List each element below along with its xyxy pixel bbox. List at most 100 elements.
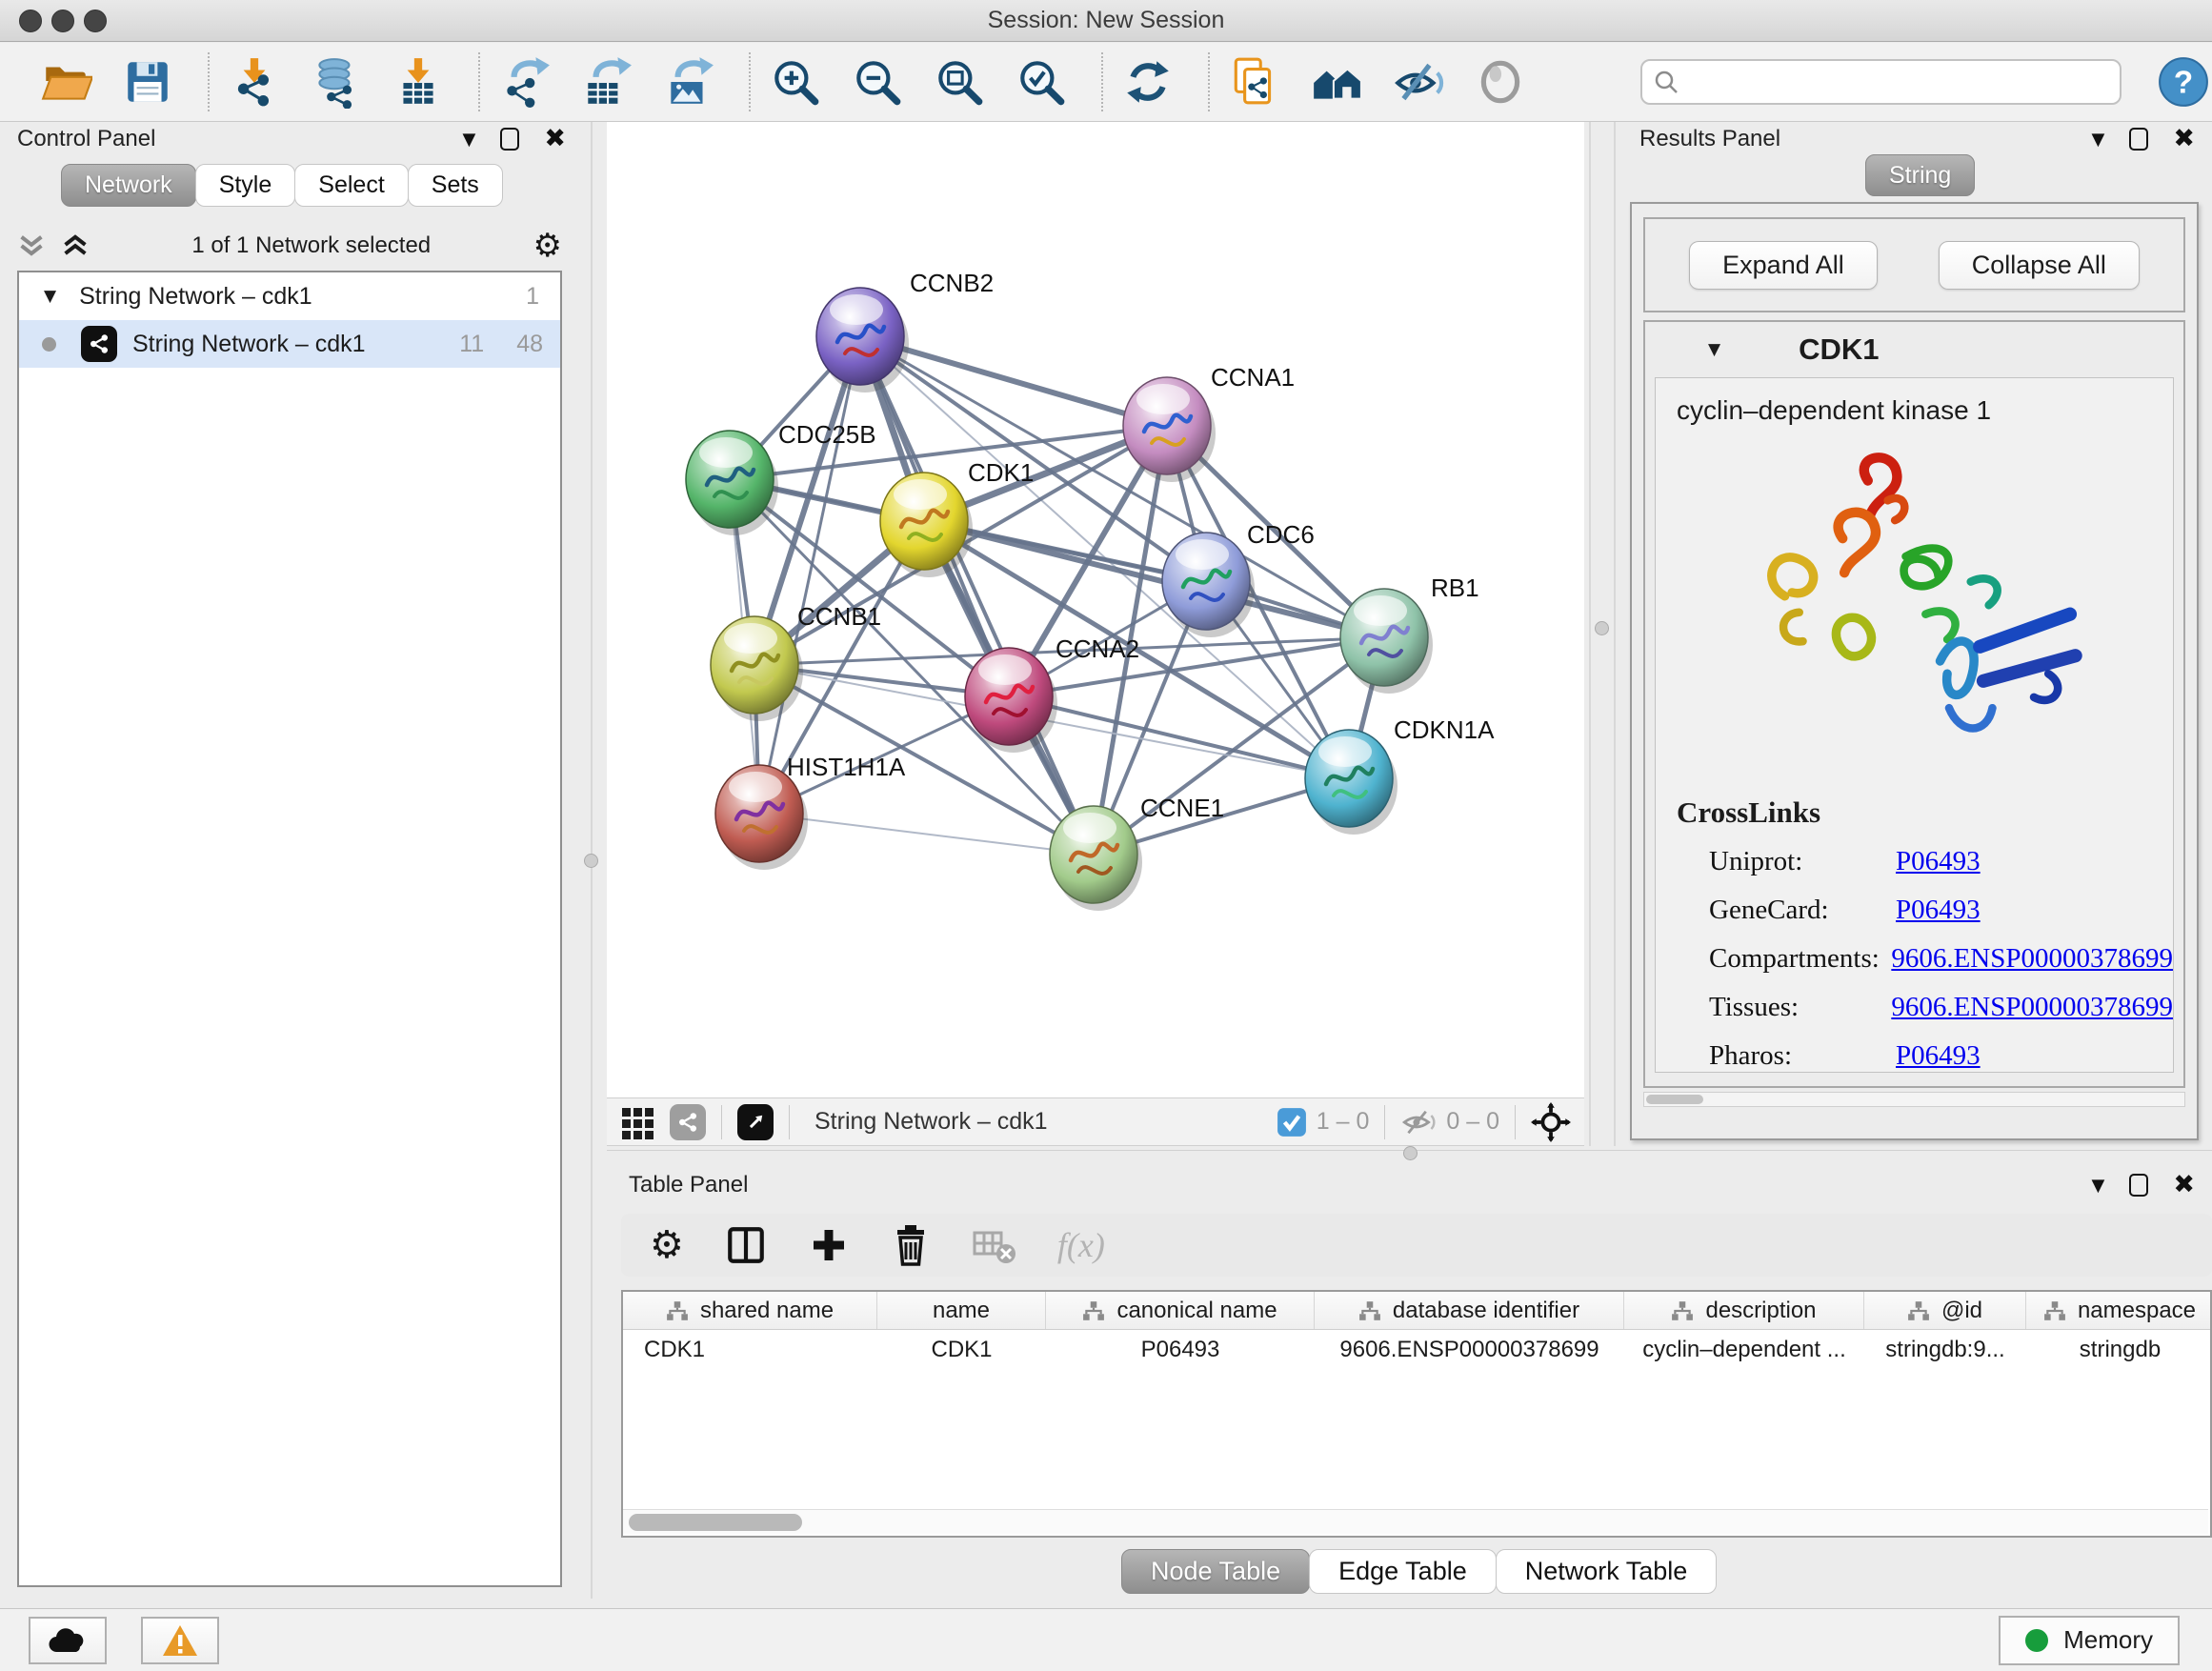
cloud-status-button[interactable] [29,1617,107,1664]
tab-sets[interactable]: Sets [408,164,503,207]
network-canvas[interactable]: CCNB2CCNA1CDC25BCDK1CDC6RB1CCNB1CCNA2CDK… [607,122,1584,1097]
tab-edge-table[interactable]: Edge Table [1309,1549,1497,1594]
column-header-description[interactable]: description [1624,1292,1864,1329]
protein-structure-image [1705,437,2124,780]
zoom-fit-button[interactable] [932,54,987,110]
delete-column-button[interactable] [890,1223,932,1267]
collapse-all-button[interactable]: Collapse All [1939,241,2140,290]
grid-view-icon[interactable] [620,1104,656,1140]
create-column-button[interactable] [808,1224,850,1266]
delete-table-button[interactable] [972,1225,1017,1265]
crosslink-link[interactable]: P06493 [1896,895,1981,926]
zoom-out-button[interactable] [850,54,905,110]
node-CCNE1[interactable]: CCNE1 [1050,794,1224,911]
node-RB1[interactable]: RB1 [1340,574,1479,694]
zoom-selected-icon [1015,55,1068,109]
table-options-gear-button[interactable]: ⚙ [650,1223,684,1267]
network-collection-row[interactable]: ▼ String Network – cdk1 1 [19,272,560,320]
results-panel-menu-button[interactable]: ▼ [2092,130,2105,150]
table-panel-float-button[interactable] [2129,1174,2148,1197]
right-splitter-handle[interactable] [1595,621,1609,635]
crosslink-link[interactable]: P06493 [1896,1040,1981,1072]
column-header-namespace[interactable]: namespace [2026,1292,2212,1329]
tab-node-table[interactable]: Node Table [1121,1549,1310,1594]
edge-CDK1-RB1[interactable] [924,521,1384,637]
results-panel-float-button[interactable] [2129,128,2148,151]
column-header-shared-name[interactable]: shared name [623,1292,877,1329]
zoom-selected-button[interactable] [1014,54,1069,110]
network-row[interactable]: String Network – cdk1 11 48 [19,320,560,368]
right-splitter[interactable] [1589,122,1591,1146]
network-options-gear-button[interactable]: ⚙ [533,227,562,265]
collection-expand-icon[interactable]: ▼ [44,287,56,306]
node-CCNB2[interactable]: CCNB2 [816,269,994,393]
zoom-in-button[interactable] [768,54,823,110]
control-panel-close-button[interactable]: ✖ [544,128,566,151]
string-app-icon [81,326,117,362]
birds-eye-toggle-icon[interactable] [1531,1102,1571,1142]
table-panel-menu-button[interactable]: ▼ [2092,1176,2105,1196]
function-builder-button[interactable]: f(x) [1057,1225,1105,1265]
node-label-CCNB2: CCNB2 [910,269,994,297]
import-network-file-button[interactable] [227,54,282,110]
edge-CCNB2-HIST1H1A[interactable] [759,336,860,814]
control-panel-float-button[interactable] [500,128,519,151]
column-header-canonical-name[interactable]: canonical name [1046,1292,1315,1329]
column-header-@id[interactable]: @id [1864,1292,2026,1329]
column-header-name[interactable]: name [877,1292,1046,1329]
detach-view-button[interactable] [737,1104,774,1140]
control-panel-menu-button[interactable]: ▼ [463,130,476,150]
crosslink-link[interactable]: 9606.ENSP00000378699 [1891,943,2173,975]
open-session-button[interactable] [38,54,93,110]
new-network-from-selection-button[interactable] [1227,54,1282,110]
tab-select[interactable]: Select [294,164,408,207]
results-panel-title: Results Panel [1639,126,1780,152]
import-table-button[interactable] [391,54,446,110]
import-network-database-button[interactable] [309,54,364,110]
crosslink-row: Pharos:P06493 [1656,1032,2173,1073]
export-network-button[interactable] [497,54,553,110]
tab-network-table[interactable]: Network Table [1496,1549,1718,1594]
crosslink-label: Tissues: [1709,992,1891,1023]
table-row[interactable]: CDK1CDK1P064939606.ENSP00000378699cyclin… [623,1330,2210,1370]
export-image-button[interactable] [661,54,716,110]
show-columns-button[interactable] [724,1223,768,1267]
first-neighbors-button[interactable] [1309,54,1364,110]
show-all-button[interactable] [1473,54,1528,110]
export-table-button[interactable] [579,54,634,110]
expand-all-button[interactable]: Expand All [1689,241,1878,290]
selected-nodes-checkbox-icon[interactable] [1277,1107,1307,1137]
edge-HIST1H1A-CCNE1[interactable] [759,814,1094,855]
save-session-button[interactable] [120,54,175,110]
node-HIST1H1A[interactable]: HIST1H1A [715,753,906,870]
hide-selected-button[interactable] [1391,54,1446,110]
left-splitter-handle[interactable] [584,854,598,868]
expand-all-icon[interactable] [61,233,90,258]
help-button[interactable]: ? [2156,54,2211,110]
table-panel-close-button[interactable]: ✖ [2173,1174,2195,1197]
warnings-button[interactable] [141,1617,219,1664]
apply-layout-button[interactable] [1120,54,1176,110]
column-header-database-identifier[interactable]: database identifier [1315,1292,1624,1329]
crosslink-link[interactable]: P06493 [1896,846,1981,877]
crosslink-link[interactable]: 9606.ENSP00000378699 [1891,992,2173,1023]
collapse-all-icon[interactable] [17,233,46,258]
protein-collapse-icon[interactable]: ▼ [1708,340,1720,359]
selected-count: 1 – 0 [1317,1108,1370,1136]
search-field [1640,59,2122,105]
results-panel-close-button[interactable]: ✖ [2173,128,2195,151]
table-horizontal-scrollbar[interactable] [623,1509,2208,1534]
node-CDKN1A[interactable]: CDKN1A [1305,715,1495,835]
node-label-CCNB1: CCNB1 [797,602,881,631]
search-input[interactable] [1679,69,2088,95]
tab-string[interactable]: String [1865,154,1975,196]
tab-network[interactable]: Network [61,164,196,207]
horizontal-splitter[interactable] [607,1146,2212,1168]
scrollbar-thumb[interactable] [629,1514,802,1531]
string-view-icon[interactable] [670,1104,706,1140]
horizontal-splitter-handle[interactable] [1403,1146,1418,1160]
node-CDC6[interactable]: CDC6 [1162,520,1315,637]
results-horizontal-scrollbar[interactable] [1643,1092,2185,1107]
memory-button[interactable]: Memory [1999,1616,2180,1665]
tab-style[interactable]: Style [195,164,296,207]
